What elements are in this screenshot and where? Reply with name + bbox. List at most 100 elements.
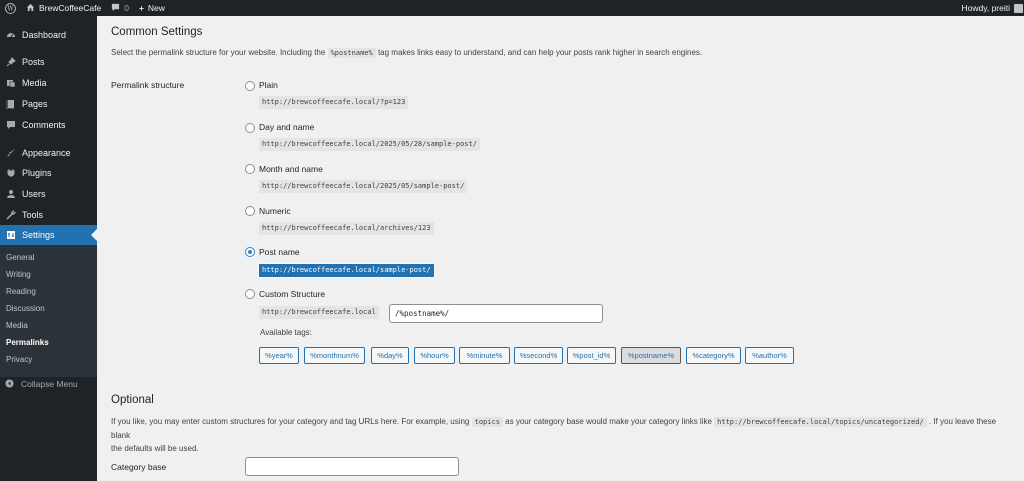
common-settings-heading: Common Settings bbox=[111, 26, 203, 38]
desc-text: as your category base would make your ca… bbox=[505, 417, 712, 426]
submenu-permalinks[interactable]: Permalinks bbox=[6, 338, 49, 347]
menu-label: Plugins bbox=[22, 168, 52, 178]
example-url-month-and-name: http://brewcoffeecafe.local/2025/05/samp… bbox=[259, 180, 468, 193]
new-label: New bbox=[147, 3, 165, 13]
pages-icon bbox=[5, 99, 16, 110]
menu-pages[interactable]: Pages bbox=[0, 94, 97, 114]
dashboard-icon bbox=[5, 30, 16, 41]
comments-link[interactable]: 0 bbox=[106, 0, 134, 16]
example-url-post-name: http://brewcoffeecafe.local/sample-post/ bbox=[258, 263, 435, 278]
menu-label: Pages bbox=[22, 99, 48, 109]
menu-label: Comments bbox=[22, 120, 66, 130]
example-url-plain: http://brewcoffeecafe.local/?p=123 bbox=[259, 96, 409, 109]
comments-count: 0 bbox=[124, 3, 129, 13]
radio-day-and-name[interactable] bbox=[245, 123, 255, 133]
option-label-custom-structure: Custom Structure bbox=[259, 289, 326, 299]
tag-hour-button[interactable]: %hour% bbox=[414, 347, 455, 364]
submenu-discussion[interactable]: Discussion bbox=[6, 304, 45, 313]
wordpress-logo-icon[interactable]: W bbox=[0, 0, 21, 16]
avatar bbox=[1014, 3, 1023, 13]
tag-second-button[interactable]: %second% bbox=[514, 347, 563, 364]
admin-bar: W BrewCoffeeCafe 0 + New Howdy, preiti bbox=[0, 0, 1024, 16]
submenu-media[interactable]: Media bbox=[6, 321, 28, 330]
option-label-post-name: Post name bbox=[259, 247, 300, 257]
menu-comments[interactable]: Comments bbox=[0, 115, 97, 135]
menu-label: Posts bbox=[22, 57, 45, 67]
menu-settings[interactable]: Settings bbox=[0, 225, 97, 245]
common-settings-description: Select the permalink structure for your … bbox=[111, 46, 702, 60]
plugin-icon bbox=[5, 168, 16, 179]
comment-icon bbox=[5, 120, 16, 131]
settings-icon bbox=[5, 230, 16, 241]
option-label-month-and-name: Month and name bbox=[259, 164, 323, 174]
menu-plugins[interactable]: Plugins bbox=[0, 163, 97, 183]
custom-structure-prefix: http://brewcoffeecafe.local bbox=[259, 306, 379, 319]
account-menu[interactable]: Howdy, preiti bbox=[957, 0, 1024, 16]
radio-month-and-name[interactable] bbox=[245, 164, 255, 174]
comment-bubble-icon bbox=[111, 3, 120, 14]
desc-text: tag makes links easy to understand, and … bbox=[377, 48, 703, 57]
option-label-numeric: Numeric bbox=[259, 206, 291, 216]
menu-label: Appearance bbox=[22, 148, 71, 158]
submenu-privacy[interactable]: Privacy bbox=[6, 355, 32, 364]
tag-day-button[interactable]: %day% bbox=[371, 347, 409, 364]
settings-submenu: General Writing Reading Discussion Media… bbox=[0, 245, 97, 377]
submenu-writing[interactable]: Writing bbox=[6, 270, 31, 279]
example-url-numeric: http://brewcoffeecafe.local/archives/123 bbox=[259, 222, 434, 235]
desc-text: If you like, you may enter custom struct… bbox=[111, 417, 470, 426]
menu-users[interactable]: Users bbox=[0, 184, 97, 204]
tag-postname-button[interactable]: %postname% bbox=[621, 347, 681, 364]
tag-monthnum-button[interactable]: %monthnum% bbox=[304, 347, 365, 364]
submenu-general[interactable]: General bbox=[6, 253, 34, 262]
site-name-link[interactable]: BrewCoffeeCafe bbox=[21, 0, 106, 16]
plus-icon: + bbox=[138, 3, 144, 13]
new-content-link[interactable]: + New bbox=[134, 0, 170, 16]
menu-posts[interactable]: Posts bbox=[0, 52, 97, 72]
site-name: BrewCoffeeCafe bbox=[39, 3, 102, 13]
example-category-url-code: http://brewcoffeecafe.local/topics/uncat… bbox=[714, 417, 927, 427]
svg-text:W: W bbox=[7, 5, 14, 12]
radio-post-name[interactable] bbox=[245, 247, 255, 257]
radio-numeric[interactable] bbox=[245, 206, 255, 216]
option-label-plain: Plain bbox=[259, 80, 278, 90]
brush-icon bbox=[5, 148, 16, 159]
tag-year-button[interactable]: %year% bbox=[259, 347, 299, 364]
collapse-label: Collapse Menu bbox=[21, 379, 78, 389]
main-content: Common Settings Select the permalink str… bbox=[97, 16, 1024, 481]
example-url-day-and-name: http://brewcoffeecafe.local/2025/05/28/s… bbox=[259, 138, 480, 151]
tag-minute-button[interactable]: %minute% bbox=[459, 347, 510, 364]
topics-code: topics bbox=[471, 417, 503, 427]
permalink-structure-label: Permalink structure bbox=[111, 80, 185, 90]
menu-label: Settings bbox=[22, 230, 55, 240]
home-icon bbox=[26, 3, 35, 14]
postname-code: %postname% bbox=[327, 48, 376, 58]
menu-tools[interactable]: Tools bbox=[0, 205, 97, 225]
pin-icon bbox=[5, 57, 16, 68]
menu-dashboard[interactable]: Dashboard bbox=[0, 25, 97, 45]
menu-media[interactable]: Media bbox=[0, 73, 97, 93]
collapse-menu-button[interactable]: Collapse Menu bbox=[0, 376, 97, 392]
users-icon bbox=[5, 189, 16, 200]
greeting: Howdy, preiti bbox=[961, 3, 1011, 13]
radio-plain[interactable] bbox=[245, 81, 255, 91]
available-tags-label: Available tags: bbox=[260, 328, 312, 337]
wrench-icon bbox=[5, 210, 16, 221]
desc-text: Select the permalink structure for your … bbox=[111, 48, 326, 57]
submenu-reading[interactable]: Reading bbox=[6, 287, 36, 296]
tag-post-id-button[interactable]: %post_id% bbox=[567, 347, 616, 364]
option-label-day-and-name: Day and name bbox=[259, 122, 315, 132]
category-base-input[interactable] bbox=[245, 457, 459, 476]
collapse-arrow-icon bbox=[5, 378, 14, 390]
desc-text: the defaults will be used. bbox=[111, 444, 199, 453]
media-icon bbox=[5, 78, 16, 89]
custom-structure-input[interactable]: /%postname%/ bbox=[389, 304, 603, 323]
optional-heading: Optional bbox=[111, 394, 154, 406]
category-base-label: Category base bbox=[111, 462, 167, 472]
menu-label: Tools bbox=[22, 210, 44, 220]
menu-label: Media bbox=[22, 78, 47, 88]
radio-custom-structure[interactable] bbox=[245, 289, 255, 299]
tag-author-button[interactable]: %author% bbox=[745, 347, 794, 364]
menu-appearance[interactable]: Appearance bbox=[0, 143, 97, 163]
tag-category-button[interactable]: %category% bbox=[686, 347, 741, 364]
menu-label: Users bbox=[22, 189, 46, 199]
